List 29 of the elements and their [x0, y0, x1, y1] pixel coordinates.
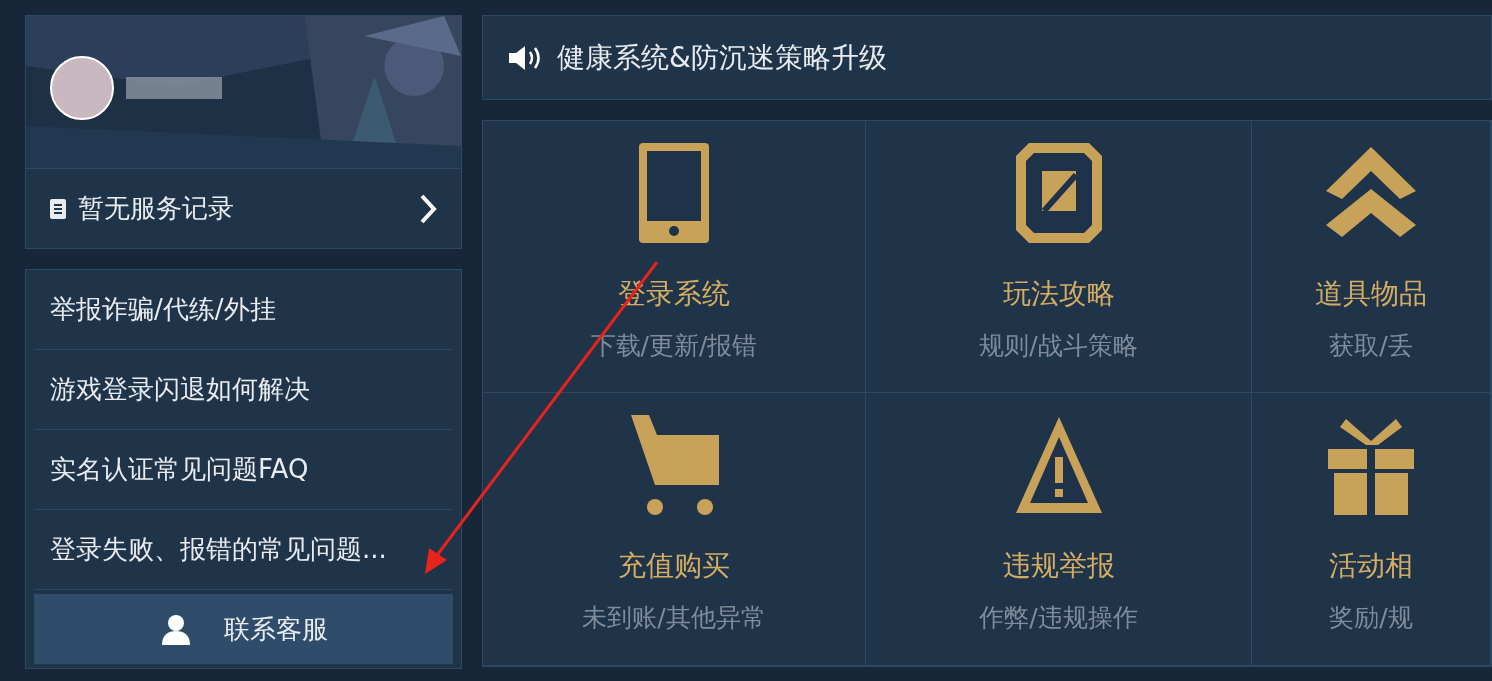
faq-item[interactable]: 实名认证常见问题FAQ — [34, 430, 453, 510]
chevron-right-icon — [419, 192, 437, 225]
category-title: 玩法攻略 — [1002, 276, 1115, 312]
cart-icon — [629, 413, 719, 517]
category-subtitle: 规则/战斗策略 — [979, 330, 1138, 362]
document-icon — [50, 198, 66, 219]
contact-button[interactable]: 联系客服 — [34, 594, 453, 664]
notice-text: 健康系统&防沉迷策略升级 — [557, 39, 887, 76]
category-tile[interactable]: 道具物品 获取/丢 — [1252, 121, 1491, 393]
faq-item[interactable]: 举报诈骗/代练/外挂 — [34, 270, 453, 350]
category-tile[interactable]: 充值购买 未到账/其他异常 — [483, 393, 866, 666]
notice-bar[interactable]: 健康系统&防沉迷策略升级 — [482, 15, 1492, 100]
person-icon — [159, 613, 192, 645]
edit-icon — [1013, 141, 1104, 245]
category-title: 道具物品 — [1315, 276, 1427, 312]
category-tile[interactable]: 违规举报 作弊/违规操作 — [866, 393, 1252, 666]
category-tile[interactable]: 活动相 奖励/规 — [1252, 393, 1491, 666]
category-tile[interactable]: 玩法攻略 规则/战斗策略 — [866, 121, 1252, 393]
service-record-label: 暂无服务记录 — [78, 192, 235, 225]
category-title: 活动相 — [1329, 548, 1413, 584]
category-subtitle: 奖励/规 — [1329, 602, 1413, 634]
category-subtitle: 作弊/违规操作 — [979, 602, 1138, 634]
category-title: 违规举报 — [1002, 548, 1115, 584]
faq-item[interactable]: 游戏登录闪退如何解决 — [34, 350, 453, 430]
speaker-icon — [507, 43, 541, 72]
category-subtitle: 未到账/其他异常 — [582, 602, 766, 634]
category-title: 充值购买 — [618, 548, 730, 584]
service-record-row[interactable]: 暂无服务记录 — [26, 168, 461, 248]
category-subtitle: 获取/丢 — [1329, 330, 1413, 362]
